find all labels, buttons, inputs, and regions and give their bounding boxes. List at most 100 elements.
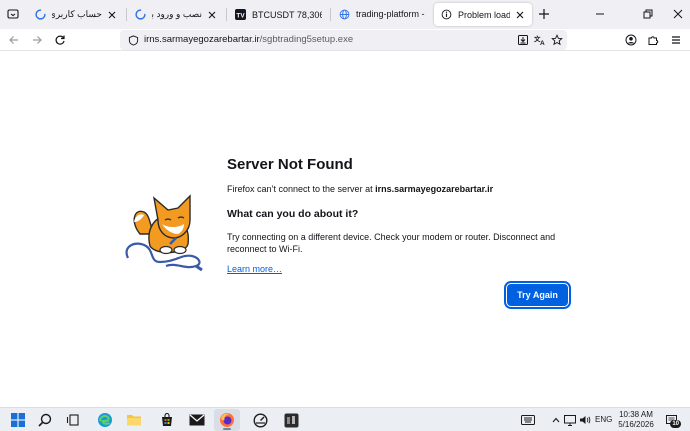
file-explorer-button[interactable] bbox=[125, 411, 143, 429]
active-indicator bbox=[223, 428, 231, 430]
windows-taskbar: ENG 10:38 AM 5/16/2026 10 bbox=[0, 407, 690, 431]
page-content: Server Not Found Firefox can’t connect t… bbox=[0, 52, 690, 407]
network-button[interactable] bbox=[563, 413, 577, 427]
firefox-icon bbox=[220, 413, 234, 427]
url-text[interactable]: irns.sarmayegozarebartar.ir/sgbtrading5s… bbox=[144, 34, 353, 45]
account-icon bbox=[625, 34, 637, 46]
tab-separator bbox=[226, 8, 227, 21]
gauge-icon bbox=[252, 412, 268, 428]
close-icon[interactable] bbox=[106, 9, 118, 21]
loading-icon bbox=[34, 9, 46, 21]
download-icon[interactable] bbox=[516, 33, 530, 47]
menu-button[interactable] bbox=[668, 32, 684, 48]
tab-strip: حساب کاربری - تنظ نصب و ورود به متاتر TV… bbox=[0, 0, 690, 29]
task-view-icon bbox=[66, 414, 79, 426]
hamburger-icon bbox=[672, 36, 680, 44]
language-indicator[interactable]: ENG bbox=[595, 415, 612, 424]
tab-list-button[interactable] bbox=[5, 6, 21, 22]
tab-separator bbox=[330, 8, 331, 21]
translate-icon[interactable]: 文A bbox=[533, 33, 547, 47]
bookmark-star-icon[interactable] bbox=[550, 33, 564, 47]
tab-title: Problem loading pa bbox=[458, 9, 510, 20]
tradingview-icon: TV bbox=[234, 9, 246, 21]
puzzle-icon bbox=[648, 36, 659, 45]
folder-icon bbox=[127, 415, 141, 426]
search-icon bbox=[38, 413, 52, 427]
loading-icon bbox=[134, 9, 146, 21]
show-hidden-icons-button[interactable] bbox=[549, 413, 563, 427]
volume-button[interactable] bbox=[578, 413, 592, 427]
info-icon bbox=[440, 9, 452, 21]
tab-btcusdt[interactable]: TV BTCUSDT 78,306.23 bbox=[228, 3, 328, 26]
fox-illustration bbox=[125, 194, 203, 272]
input-indicator[interactable] bbox=[520, 413, 536, 427]
clock[interactable]: 10:38 AM 5/16/2026 bbox=[616, 410, 656, 430]
task-view-button[interactable] bbox=[64, 411, 82, 429]
error-description: Firefox can’t connect to the server at i… bbox=[227, 184, 493, 194]
tab-trading-platform[interactable]: trading-platform - ر bbox=[332, 3, 432, 26]
url-domain: irns.sarmayegozarebartar.ir bbox=[144, 34, 260, 45]
window-close-button[interactable] bbox=[670, 6, 686, 22]
globe-icon bbox=[338, 9, 350, 21]
notification-center-button[interactable]: 10 bbox=[664, 414, 681, 428]
app-button-gauge[interactable] bbox=[251, 411, 269, 429]
notification-badge: 10 bbox=[670, 420, 681, 428]
extensions-button[interactable] bbox=[645, 32, 661, 48]
restore-button[interactable] bbox=[640, 6, 656, 22]
mail-button[interactable] bbox=[188, 411, 206, 429]
store-icon bbox=[162, 413, 172, 426]
close-icon[interactable] bbox=[206, 9, 218, 21]
chevron-up-icon bbox=[552, 417, 560, 423]
arrow-right-icon bbox=[33, 36, 42, 44]
tab-title: حساب کاربری - تنظ bbox=[52, 9, 102, 19]
restore-icon bbox=[643, 9, 653, 19]
url-path: /sgbtrading5setup.exe bbox=[259, 34, 354, 45]
tab-title: BTCUSDT 78,306.23 bbox=[252, 9, 322, 20]
search-button[interactable] bbox=[36, 411, 54, 429]
edge-button[interactable] bbox=[96, 411, 114, 429]
windows-logo-icon bbox=[11, 413, 25, 427]
error-body: Try connecting on a different device. Ch… bbox=[227, 232, 556, 254]
plus-icon bbox=[539, 9, 549, 19]
store-button[interactable] bbox=[158, 411, 176, 429]
clock-date: 5/16/2026 bbox=[618, 420, 654, 429]
new-tab-button[interactable] bbox=[537, 7, 551, 21]
try-again-button[interactable]: Try Again bbox=[504, 281, 571, 309]
clock-time: 10:38 AM bbox=[619, 410, 653, 419]
app-button-dark[interactable] bbox=[282, 411, 300, 429]
error-subtitle: What can you do about it? bbox=[227, 208, 359, 220]
firefox-button[interactable] bbox=[214, 409, 240, 431]
start-button[interactable] bbox=[9, 411, 27, 429]
edge-icon bbox=[98, 413, 112, 427]
navigation-toolbar: irns.sarmayegozarebartar.ir/sgbtrading5s… bbox=[0, 29, 690, 51]
account-button[interactable] bbox=[623, 32, 639, 48]
error-host: irns.sarmayegozarebartar.ir bbox=[375, 184, 494, 194]
back-button[interactable] bbox=[6, 32, 22, 48]
keyboard-icon bbox=[521, 415, 535, 425]
speaker-icon bbox=[580, 416, 591, 424]
monitor-icon bbox=[564, 414, 576, 426]
address-bar[interactable]: irns.sarmayegozarebartar.ir/sgbtrading5s… bbox=[120, 30, 567, 50]
forward-button[interactable] bbox=[29, 32, 45, 48]
minimize-button[interactable] bbox=[592, 6, 608, 22]
tab-list-icon bbox=[7, 9, 19, 19]
close-icon[interactable] bbox=[514, 9, 526, 21]
tab-title: نصب و ورود به متاتر bbox=[152, 9, 202, 19]
reload-button[interactable] bbox=[52, 32, 68, 48]
shield-icon[interactable] bbox=[126, 33, 140, 47]
svg-text:A: A bbox=[540, 40, 545, 46]
tab-problem-loading[interactable]: Problem loading pa bbox=[434, 3, 532, 26]
mail-icon bbox=[189, 414, 205, 426]
error-description-prefix: Firefox can’t connect to the server at bbox=[227, 184, 376, 194]
arrow-left-icon bbox=[9, 36, 18, 44]
app-icon bbox=[284, 413, 298, 427]
tab-account[interactable]: حساب کاربری - تنظ bbox=[28, 3, 124, 26]
svg-text:TV: TV bbox=[236, 12, 245, 19]
minimize-icon bbox=[596, 13, 604, 15]
tab-title: trading-platform - ر bbox=[356, 9, 426, 19]
tab-install[interactable]: نصب و ورود به متاتر bbox=[128, 3, 224, 26]
close-icon bbox=[673, 9, 683, 19]
error-title: Server Not Found bbox=[227, 156, 353, 173]
reload-icon bbox=[55, 35, 65, 45]
learn-more-link[interactable]: Learn more… bbox=[227, 264, 282, 274]
